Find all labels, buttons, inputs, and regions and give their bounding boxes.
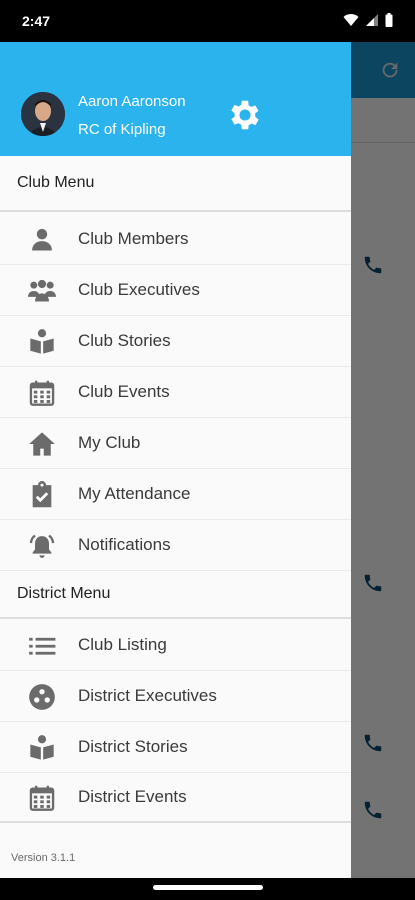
user-name: Aaron Aaronson [78, 93, 186, 110]
menu-label: Club Members [78, 229, 189, 248]
menu-label: My Club [78, 433, 141, 452]
calendar-icon [29, 785, 55, 811]
settings-gear-icon[interactable] [226, 96, 264, 134]
wifi-icon [343, 14, 359, 26]
user-club: RC of Kipling [78, 121, 166, 138]
menu-item-my-attendance[interactable]: My Attendance [0, 469, 351, 520]
menu-label: Club Events [78, 382, 170, 401]
divider [0, 210, 351, 212]
menu-label: Notifications [78, 535, 171, 554]
calendar-icon [29, 380, 55, 406]
list-icon [29, 637, 56, 655]
menu-label: My Attendance [78, 484, 191, 503]
menu-item-notifications[interactable]: Notifications [0, 520, 351, 571]
menu-item-club-executives[interactable]: Club Executives [0, 265, 351, 316]
menu-label: District Stories [78, 737, 188, 756]
menu-label: District Executives [78, 686, 217, 705]
menu-label: Club Stories [78, 331, 171, 350]
menu-item-district-events[interactable]: District Events [0, 772, 351, 823]
menu-item-district-executives[interactable]: District Executives [0, 671, 351, 722]
menu-item-club-listing[interactable]: Club Listing [0, 620, 351, 671]
bell-ring-icon [29, 534, 55, 558]
divider [0, 617, 351, 619]
menu-label: Club Listing [78, 635, 167, 654]
navigation-drawer: Aaron Aaronson RC of Kipling Club Menu C… [0, 42, 351, 878]
menu-label: District Events [78, 787, 187, 806]
drawer-header: Aaron Aaronson RC of Kipling [0, 42, 351, 156]
status-icons [343, 13, 393, 27]
status-time: 2:47 [22, 13, 51, 29]
menu-item-my-club[interactable]: My Club [0, 418, 351, 469]
book-reader-icon [30, 329, 54, 354]
home-gesture-pill[interactable] [153, 885, 263, 890]
battery-icon [385, 13, 393, 27]
book-reader-icon [30, 735, 54, 760]
menu-label: Club Executives [78, 280, 200, 299]
system-nav-bar [0, 878, 415, 900]
status-bar: 2:47 [0, 0, 415, 42]
version-text: Version 3.1.1 [11, 852, 76, 864]
signal-icon [366, 14, 378, 26]
group-icon [28, 279, 56, 302]
people-circle-icon [29, 684, 55, 710]
club-menu-header: Club Menu [0, 156, 351, 212]
menu-item-club-events[interactable]: Club Events [0, 367, 351, 418]
divider [0, 821, 351, 823]
menu-item-club-stories[interactable]: Club Stories [0, 316, 351, 367]
clipboard-check-icon [32, 481, 52, 508]
avatar[interactable] [21, 92, 65, 136]
section-title: District Menu [17, 585, 111, 602]
district-menu-header: District Menu [0, 571, 351, 627]
menu-item-district-stories[interactable]: District Stories [0, 722, 351, 773]
home-icon [29, 432, 55, 456]
section-title: Club Menu [17, 174, 95, 191]
person-icon [32, 228, 52, 251]
menu-item-club-members[interactable]: Club Members [0, 214, 351, 265]
